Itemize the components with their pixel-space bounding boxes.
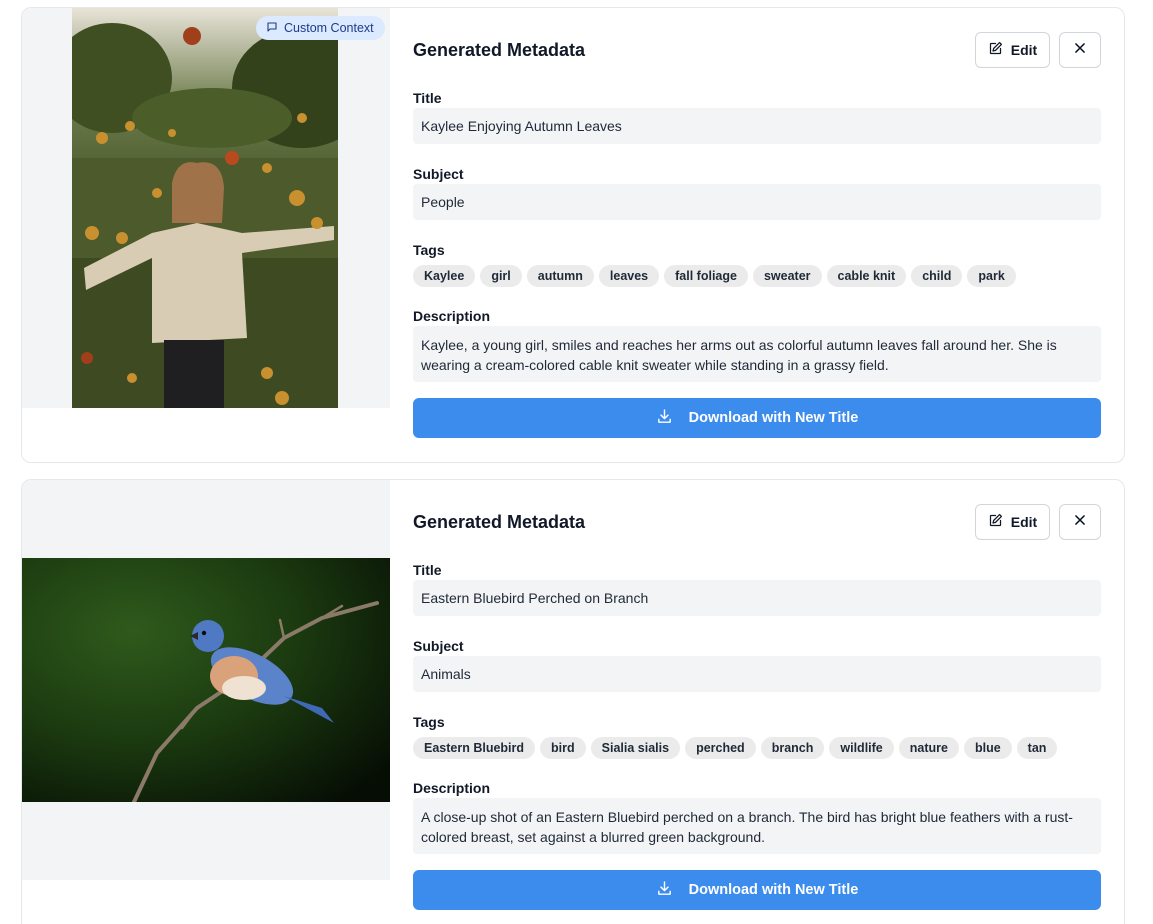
tag-chip: nature bbox=[898, 737, 959, 759]
download-icon bbox=[656, 880, 673, 901]
panel-header: Generated Metadata Edit bbox=[413, 32, 1101, 68]
custom-context-label: Custom Context bbox=[284, 21, 374, 35]
download-button-label: Download with New Title bbox=[688, 882, 859, 898]
panel-title: Generated Metadata bbox=[413, 40, 586, 60]
tag-chip: tan bbox=[1016, 737, 1058, 759]
edit-button-label: Edit bbox=[1010, 514, 1038, 530]
title-label: Title bbox=[413, 562, 442, 578]
download-icon bbox=[656, 408, 673, 429]
edit-button-label: Edit bbox=[1010, 42, 1038, 58]
subject-field[interactable]: People bbox=[413, 184, 1101, 220]
close-button[interactable] bbox=[1059, 32, 1101, 68]
download-button-label: Download with New Title bbox=[688, 410, 859, 426]
tag-chip: Sialia sialis bbox=[590, 737, 681, 759]
subject-label: Subject bbox=[413, 166, 464, 182]
tags-label: Tags bbox=[413, 242, 445, 258]
close-button[interactable] bbox=[1059, 504, 1101, 540]
tags-label: Tags bbox=[413, 714, 445, 730]
tag-chip: girl bbox=[480, 265, 522, 287]
download-button[interactable]: Download with New Title bbox=[413, 398, 1101, 438]
tag-chip: autumn bbox=[526, 265, 594, 287]
x-icon bbox=[1073, 41, 1087, 60]
photo-eastern-bluebird bbox=[22, 558, 390, 802]
image-preview-area bbox=[22, 480, 390, 880]
message-square-icon bbox=[266, 21, 278, 36]
tag-chip: branch bbox=[760, 737, 825, 759]
edit-button[interactable]: Edit bbox=[975, 504, 1050, 540]
tag-chip: child bbox=[911, 265, 963, 287]
panel-title: Generated Metadata bbox=[413, 512, 586, 532]
subject-field[interactable]: Animals bbox=[413, 656, 1101, 692]
tag-chip: cable knit bbox=[826, 265, 907, 287]
panel-header: Generated Metadata Edit bbox=[413, 504, 1101, 540]
edit-button[interactable]: Edit bbox=[975, 32, 1050, 68]
custom-context-badge: Custom Context bbox=[256, 16, 385, 40]
pencil-square-icon bbox=[988, 41, 1003, 59]
description-field[interactable]: Kaylee, a young girl, smiles and reaches… bbox=[413, 326, 1101, 382]
tag-chip: Eastern Bluebird bbox=[413, 737, 536, 759]
tag-chip: blue bbox=[963, 737, 1012, 759]
subject-label: Subject bbox=[413, 638, 464, 654]
metadata-card: Generated Metadata Edit Title Eastern Bl… bbox=[21, 479, 1125, 924]
tag-chip: fall foliage bbox=[664, 265, 748, 287]
tag-chip: Kaylee bbox=[413, 265, 476, 287]
photo-girl-autumn-leaves bbox=[72, 8, 338, 408]
title-label: Title bbox=[413, 90, 442, 106]
title-field[interactable]: Kaylee Enjoying Autumn Leaves bbox=[413, 108, 1101, 144]
download-button[interactable]: Download with New Title bbox=[413, 870, 1101, 910]
tag-chip: wildlife bbox=[829, 737, 894, 759]
tag-chip: leaves bbox=[598, 265, 660, 287]
tag-chip: park bbox=[967, 265, 1016, 287]
description-field[interactable]: A close-up shot of an Eastern Bluebird p… bbox=[413, 798, 1101, 854]
description-label: Description bbox=[413, 780, 491, 796]
x-icon bbox=[1073, 513, 1087, 532]
image-preview-area: Custom Context bbox=[22, 8, 390, 408]
metadata-card: Custom Context Generated Metadata Edit T… bbox=[21, 7, 1125, 463]
tag-list: Kaylee girl autumn leaves fall foliage s… bbox=[413, 265, 1101, 287]
title-field[interactable]: Eastern Bluebird Perched on Branch bbox=[413, 580, 1101, 616]
pencil-square-icon bbox=[988, 513, 1003, 531]
tag-list: Eastern Bluebird bird Sialia sialis perc… bbox=[413, 737, 1101, 759]
tag-chip: perched bbox=[685, 737, 756, 759]
tag-chip: sweater bbox=[752, 265, 822, 287]
description-label: Description bbox=[413, 308, 491, 324]
tag-chip: bird bbox=[540, 737, 586, 759]
